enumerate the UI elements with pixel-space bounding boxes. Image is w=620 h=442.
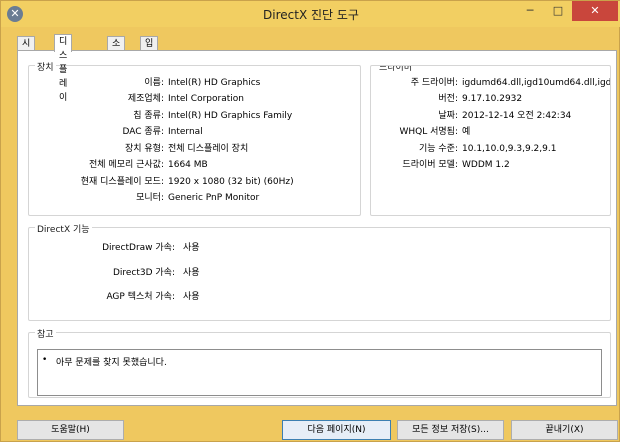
driver-row: 기능 수준: 10.1,10.0,9.3,9.2,9.1 xyxy=(371,142,610,156)
device-row: 제조업체: Intel Corporation xyxy=(29,92,359,106)
device-row-label: DAC 종류: xyxy=(122,127,164,137)
feature-row-value: 사용 xyxy=(183,243,200,253)
device-row-value: Intel(R) HD Graphics Family xyxy=(168,111,293,121)
device-row-label: 제조업체: xyxy=(127,94,164,104)
driver-group-title: 드라이버 xyxy=(377,66,415,73)
device-group-title: 장치 xyxy=(35,60,56,73)
driver-row-label: WHQL 서명됨: xyxy=(399,127,459,137)
notes-bullet: • xyxy=(42,355,48,365)
exit-button[interactable]: 끝내기(X) xyxy=(511,420,618,440)
directx-diag-window: ✕ DirectX 진단 도구 ─ □ ✕ 시스템 디스플레이 소리 입력 장치… xyxy=(0,0,620,442)
driver-row: 드라이버 모델: WDDM 1.2 xyxy=(371,158,610,172)
directx-features-title: DirectX 기능 xyxy=(35,222,92,235)
device-row-value: Intel(R) HD Graphics xyxy=(168,78,261,88)
help-button[interactable]: 도움말(H) xyxy=(17,420,124,440)
maximize-icon[interactable]: □ xyxy=(544,1,572,21)
device-row-value: 전체 디스플레이 장치 xyxy=(168,144,249,154)
minimize-icon[interactable]: ─ xyxy=(516,1,544,21)
device-row: 장치 유형: 전체 디스플레이 장치 xyxy=(29,142,359,156)
save-all-info-button[interactable]: 모든 정보 저장(S)... xyxy=(397,420,504,440)
notes-text: 아무 문제를 찾지 못했습니다. xyxy=(56,358,167,368)
driver-group: 드라이버 주 드라이버: igdumd64.dll,igd10umd64.dll… xyxy=(370,65,611,216)
device-row-label: 이름: xyxy=(144,78,164,88)
driver-row-label: 버전: xyxy=(438,94,458,104)
notes-group: 참고 • 아무 문제를 찾지 못했습니다. xyxy=(28,327,611,398)
feature-row-value: 사용 xyxy=(183,292,200,302)
directx-features-group: DirectX 기능 DirectDraw 가속: 사용 Direct3D 가속… xyxy=(28,222,611,321)
feature-row-label: Direct3D 가속: xyxy=(112,268,175,278)
driver-row-value: 9.17.10.2932 xyxy=(462,94,523,104)
feature-row: Direct3D 가속: 사용 xyxy=(29,266,329,280)
device-row-value: 1920 x 1080 (32 bit) (60Hz) xyxy=(168,177,294,187)
feature-row: AGP 텍스처 가속: 사용 xyxy=(29,290,329,304)
driver-row-value: WDDM 1.2 xyxy=(462,160,510,170)
next-page-button[interactable]: 다음 페이지(N) xyxy=(282,420,391,440)
tab-content-panel: 장치 이름: Intel(R) HD Graphics 제조업체: Intel … xyxy=(17,50,617,406)
driver-row-label: 기능 수준: xyxy=(418,144,458,154)
device-row-value: Internal xyxy=(168,127,203,137)
driver-row: 버전: 9.17.10.2932 xyxy=(371,92,610,106)
feature-row-value: 사용 xyxy=(183,268,200,278)
close-icon[interactable]: ✕ xyxy=(572,1,618,21)
driver-row-value: 예 xyxy=(462,127,471,137)
tab-system[interactable]: 시스템 xyxy=(17,36,36,77)
driver-row-label: 드라이버 모델: xyxy=(402,160,458,170)
driver-row-value: 10.1,10.0,9.3,9.2,9.1 xyxy=(462,144,557,154)
device-row: 칩 종류: Intel(R) HD Graphics Family xyxy=(29,109,359,123)
notes-textbox[interactable]: • 아무 문제를 찾지 못했습니다. xyxy=(37,349,602,396)
tab-display[interactable]: 디스플레이 xyxy=(54,34,73,103)
device-row-value: 1664 MB xyxy=(168,160,208,170)
device-row-label: 칩 종류: xyxy=(133,111,164,121)
title-bar: ✕ DirectX 진단 도구 ─ □ ✕ xyxy=(1,1,620,27)
driver-row-label: 주 드라이버: xyxy=(410,78,458,88)
device-row: DAC 종류: Internal xyxy=(29,125,359,139)
driver-row: WHQL 서명됨: 예 xyxy=(371,125,610,139)
device-row-label: 전체 메모리 근사값: xyxy=(89,160,164,170)
device-group: 장치 이름: Intel(R) HD Graphics 제조업체: Intel … xyxy=(28,60,361,216)
device-row-value: Generic PnP Monitor xyxy=(168,193,260,203)
driver-row-label: 날짜: xyxy=(438,111,458,121)
feature-row-label: DirectDraw 가속: xyxy=(102,243,175,253)
feature-row: DirectDraw 가속: 사용 xyxy=(29,241,329,255)
notes-title: 참고 xyxy=(35,327,56,340)
device-row: 전체 메모리 근사값: 1664 MB xyxy=(29,158,359,172)
device-row: 현재 디스플레이 모드: 1920 x 1080 (32 bit) (60Hz) xyxy=(29,175,359,189)
device-row-label: 현재 디스플레이 모드: xyxy=(80,177,164,187)
tab-input[interactable]: 입력 xyxy=(140,36,159,63)
device-row: 이름: Intel(R) HD Graphics xyxy=(29,76,359,90)
driver-row-value: igdumd64.dll,igd10umd64.dll,igd10 xyxy=(462,78,611,88)
device-row-value: Intel Corporation xyxy=(168,94,244,104)
driver-row: 주 드라이버: igdumd64.dll,igd10umd64.dll,igd1… xyxy=(371,76,611,90)
device-row-label: 장치 유형: xyxy=(124,144,164,154)
device-row: 모니터: Generic PnP Monitor xyxy=(29,191,359,205)
device-row-label: 모니터: xyxy=(136,193,164,203)
driver-row: 날짜: 2012-12-14 오전 2:42:34 xyxy=(371,109,610,123)
tab-sound[interactable]: 소리 xyxy=(107,36,126,63)
feature-row-label: AGP 텍스처 가속: xyxy=(106,292,175,302)
driver-row-value: 2012-12-14 오전 2:42:34 xyxy=(462,111,572,121)
